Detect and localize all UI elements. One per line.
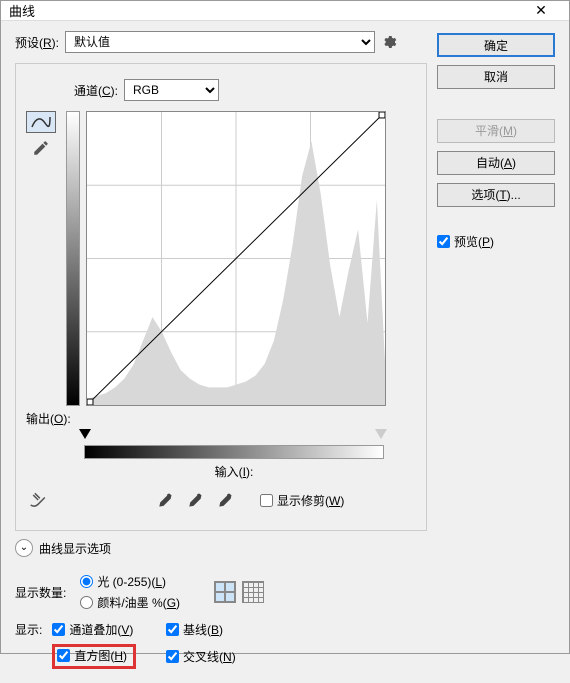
curve-area bbox=[26, 111, 416, 406]
window-title: 曲线 bbox=[9, 1, 521, 20]
content: 预设(R): 默认值 通道(C): RGB bbox=[1, 21, 569, 683]
curves-dialog: 曲线 ✕ 预设(R): 默认值 通道(C): RGB bbox=[0, 0, 570, 654]
cancel-button[interactable]: 取消 bbox=[437, 65, 555, 89]
amount-light-radio[interactable]: 光 (0-255)(L) bbox=[80, 573, 180, 590]
grid-coarse-icon[interactable] bbox=[214, 581, 236, 603]
channel-select[interactable]: RGB bbox=[124, 79, 219, 101]
close-icon[interactable]: ✕ bbox=[521, 2, 561, 19]
white-eyedropper-icon[interactable] bbox=[216, 490, 236, 510]
left-panel: 预设(R): 默认值 通道(C): RGB bbox=[15, 31, 427, 669]
expander-label: 曲线显示选项 bbox=[39, 540, 111, 557]
curve-graph[interactable] bbox=[86, 111, 386, 406]
slider-handles bbox=[79, 429, 387, 439]
collapse-icon[interactable]: ⌄ bbox=[15, 539, 33, 557]
gray-eyedropper-icon[interactable] bbox=[186, 490, 206, 510]
gear-icon[interactable] bbox=[381, 34, 397, 50]
channel-label: 通道(C): bbox=[74, 82, 118, 99]
grid-size-icons bbox=[214, 581, 264, 603]
amount-label: 显示数量: bbox=[15, 584, 66, 601]
overlay-checkbox[interactable]: 通道叠加(V) bbox=[52, 621, 136, 638]
preset-label: 预设(R): bbox=[15, 34, 59, 51]
show-options: 通道叠加(V) 基线(B) 直方图(H) 交叉线(N) bbox=[52, 621, 235, 669]
target-adjust-icon[interactable] bbox=[26, 490, 52, 510]
preset-row: 预设(R): 默认值 bbox=[15, 31, 427, 53]
right-panel: 确定 取消 平滑(M) 自动(A) 选项(T)... 预览(P) bbox=[437, 31, 555, 669]
tool-column bbox=[26, 111, 60, 406]
main-group: 通道(C): RGB bbox=[15, 63, 427, 531]
black-point-handle[interactable] bbox=[79, 429, 91, 439]
preview-checkbox[interactable]: 预览(P) bbox=[437, 233, 555, 250]
smooth-button[interactable]: 平滑(M) bbox=[437, 119, 555, 143]
show-label: 显示: bbox=[15, 621, 42, 638]
curve-point-tool[interactable] bbox=[26, 111, 56, 133]
show-clipping-checkbox[interactable]: 显示修剪(W) bbox=[260, 492, 344, 509]
input-label: 输入(I): bbox=[84, 463, 384, 480]
amount-radios: 光 (0-255)(L) 颜料/油墨 %(G) bbox=[80, 573, 180, 611]
options-button[interactable]: 选项(T)... bbox=[437, 183, 555, 207]
titlebar: 曲线 ✕ bbox=[1, 1, 569, 21]
black-eyedropper-icon[interactable] bbox=[156, 490, 176, 510]
preset-select[interactable]: 默认值 bbox=[65, 31, 375, 53]
auto-button[interactable]: 自动(A) bbox=[437, 151, 555, 175]
input-gradient-row bbox=[84, 445, 416, 459]
curve-graph-wrap bbox=[86, 111, 386, 406]
display-options-expander[interactable]: ⌄ 曲线显示选项 bbox=[15, 539, 427, 557]
curve-pencil-tool[interactable] bbox=[26, 137, 56, 159]
output-gradient bbox=[66, 111, 80, 406]
grid-fine-icon[interactable] bbox=[242, 581, 264, 603]
output-label: 输出(O): bbox=[26, 410, 84, 427]
amount-row: 显示数量: 光 (0-255)(L) 颜料/油墨 %(G) bbox=[15, 573, 427, 611]
eyedroppers bbox=[156, 490, 236, 510]
histogram-checkbox[interactable]: 直方图(H) bbox=[52, 644, 136, 669]
crosshair-checkbox[interactable]: 交叉线(N) bbox=[166, 644, 236, 669]
channel-row: 通道(C): RGB bbox=[74, 79, 416, 101]
ok-button[interactable]: 确定 bbox=[437, 33, 555, 57]
baseline-checkbox[interactable]: 基线(B) bbox=[166, 621, 236, 638]
white-point-handle[interactable] bbox=[375, 429, 387, 439]
input-gradient bbox=[84, 445, 384, 459]
amount-pigment-radio[interactable]: 颜料/油墨 %(G) bbox=[80, 594, 180, 611]
tools-row: 显示修剪(W) bbox=[26, 490, 416, 510]
show-row: 显示: 通道叠加(V) 基线(B) 直方图(H) 交叉线(N) bbox=[15, 621, 427, 669]
